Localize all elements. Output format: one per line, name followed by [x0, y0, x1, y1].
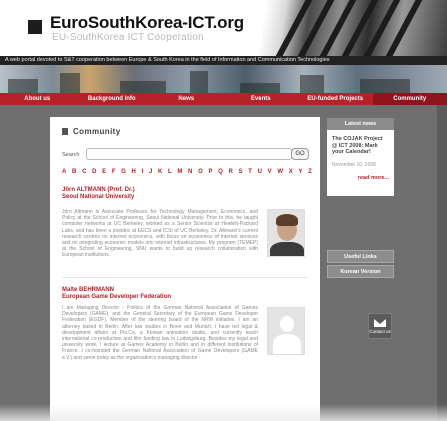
letter-link-k[interactable]: K: [158, 169, 162, 175]
letter-link-q[interactable]: Q: [218, 169, 223, 175]
contact-us-button[interactable]: Contact us: [368, 313, 392, 339]
header-photo: [250, 0, 447, 56]
letter-link-l[interactable]: L: [168, 169, 172, 175]
letter-link-w[interactable]: W: [277, 169, 283, 175]
page-title: Community: [73, 127, 121, 136]
letter-link-o[interactable]: O: [198, 169, 203, 175]
korean-version-button[interactable]: Korean Version: [327, 265, 394, 278]
alphabet-index: A B C D E F G H I J K L M N O P Q R S T …: [62, 169, 312, 175]
site-header: EuroSouthKorea-ICT.org EU-SouthKorea ICT…: [0, 0, 447, 56]
letter-link-m[interactable]: M: [177, 169, 182, 175]
site-tagline: A web portal devoted to S&T cooperation …: [0, 56, 447, 65]
member-bio: I am Managing Director - Politics of the…: [62, 305, 258, 361]
nav-about-us[interactable]: About us: [0, 93, 75, 105]
member-bio: Jörn Altmann is Associate Professor for …: [62, 209, 258, 259]
news-date: November 10, 2008: [332, 161, 376, 168]
letter-link-c[interactable]: C: [82, 169, 86, 175]
letter-link-x[interactable]: X: [289, 169, 293, 175]
member-name[interactable]: Malte BEHRMANN: [62, 287, 312, 294]
letter-link-g[interactable]: G: [121, 169, 126, 175]
right-edge: [437, 105, 447, 421]
letter-link-j[interactable]: J: [149, 169, 152, 175]
go-button[interactable]: GO: [291, 148, 309, 160]
latest-news-box: Latest news The COJAK Project @ ICT 2008…: [327, 118, 394, 196]
member-entry: Jörn ALTMANN (Prof. Dr.) Seoul National …: [62, 187, 312, 271]
community-header: Community: [62, 127, 121, 136]
main-nav: About us Background Info News Events EU-…: [0, 93, 447, 105]
letter-link-s[interactable]: S: [239, 169, 243, 175]
member-entry: Malte BEHRMANN European Game Developer F…: [62, 287, 312, 421]
letter-link-y[interactable]: Y: [298, 169, 302, 175]
site-title[interactable]: EuroSouthKorea-ICT.org: [50, 13, 244, 33]
nav-background-info[interactable]: Background Info: [75, 93, 150, 105]
member-photo: [267, 209, 305, 257]
bottom-fade: [0, 404, 447, 421]
community-icon: [62, 128, 68, 135]
nav-news[interactable]: News: [149, 93, 224, 105]
nav-events[interactable]: Events: [224, 93, 299, 105]
letter-link-p[interactable]: P: [208, 169, 212, 175]
letter-link-a[interactable]: A: [62, 169, 66, 175]
site-subtitle: EU-SouthKorea ICT Cooperation: [52, 32, 204, 43]
community-panel: Community Search GO A B C D E F G H I J …: [50, 117, 320, 421]
letter-link-t[interactable]: T: [248, 169, 252, 175]
latest-news-heading: Latest news: [327, 118, 394, 130]
letter-link-d[interactable]: D: [92, 169, 96, 175]
envelope-icon: [374, 319, 386, 327]
news-title-link[interactable]: The COJAK Project @ ICT 2008: Mark your …: [332, 136, 389, 156]
letter-link-b[interactable]: B: [72, 169, 76, 175]
logo-icon: [28, 20, 42, 34]
useful-links-button[interactable]: Useful Links: [327, 250, 394, 263]
page: EuroSouthKorea-ICT.org EU-SouthKorea ICT…: [0, 0, 447, 421]
letter-link-u[interactable]: U: [258, 169, 262, 175]
search-label: Search: [62, 152, 80, 158]
avatar-placeholder-icon: [273, 334, 301, 354]
letter-link-z[interactable]: Z: [308, 169, 312, 175]
search-input[interactable]: [86, 148, 292, 160]
contact-us-label: Contact us: [369, 329, 391, 334]
avatar-placeholder: [267, 307, 305, 355]
member-organisation: Seoul National University: [62, 194, 135, 200]
letter-link-i[interactable]: I: [142, 169, 144, 175]
entry-divider: [62, 277, 308, 278]
letter-link-n[interactable]: N: [188, 169, 192, 175]
banner-photos: [0, 65, 447, 93]
nav-eu-funded-projects[interactable]: EU-funded Projects: [298, 93, 373, 105]
letter-link-r[interactable]: R: [229, 169, 233, 175]
member-organisation: European Game Developer Federation: [62, 294, 172, 300]
read-more-link[interactable]: read more...: [332, 175, 389, 181]
nav-community[interactable]: Community: [372, 93, 447, 105]
member-name[interactable]: Jörn ALTMANN (Prof. Dr.): [62, 187, 312, 194]
letter-link-h[interactable]: H: [132, 169, 136, 175]
letter-link-v[interactable]: V: [268, 169, 272, 175]
letter-link-f[interactable]: F: [112, 169, 116, 175]
letter-link-e[interactable]: E: [102, 169, 106, 175]
